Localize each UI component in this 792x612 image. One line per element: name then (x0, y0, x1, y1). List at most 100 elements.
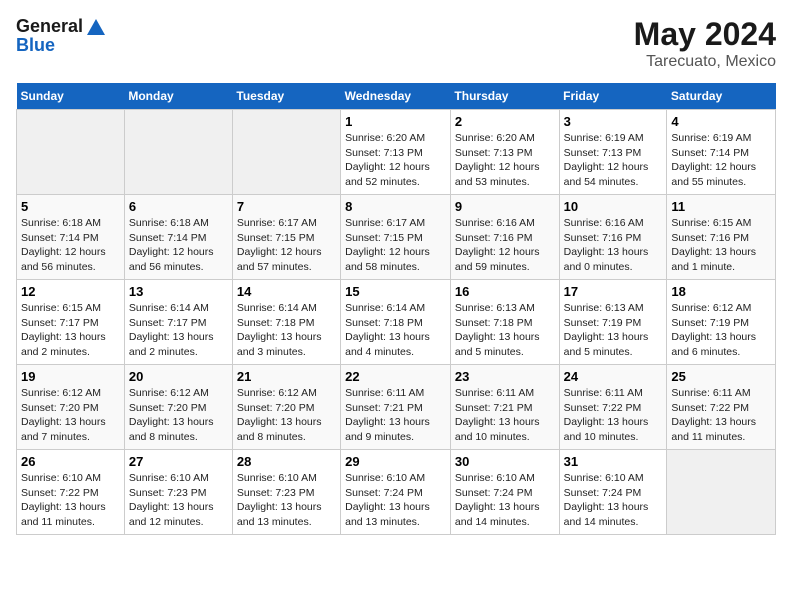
table-row: 1Sunrise: 6:20 AM Sunset: 7:13 PM Daylig… (341, 110, 451, 195)
day-info: Sunrise: 6:13 AM Sunset: 7:19 PM Dayligh… (564, 301, 663, 360)
table-row: 29 Sunrise: 6:10 AM Sunset: 7:24 PM Dayli… (341, 450, 451, 535)
day-info: Sunrise: 6:10 AM Sunset: 7:22 PM Dayligh… (21, 471, 120, 530)
day-info: Sunrise: 6:15 AM Sunset: 7:16 PM Dayligh… (671, 216, 771, 275)
day-number: 1 (345, 114, 446, 129)
day-number: 3 (564, 114, 663, 129)
day-number: 6 (129, 199, 228, 214)
day-number: 4 (671, 114, 771, 129)
day-info: Sunrise: 6:17 AM Sunset: 7:15 PM Dayligh… (345, 216, 446, 275)
calendar-week-row: 5 Sunrise: 6:18 AM Sunset: 7:14 PM Daylig… (17, 195, 776, 280)
table-row: 20 Sunrise: 6:12 AM Sunset: 7:20 PM Dayli… (124, 365, 232, 450)
day-info: Sunrise: 6:12 AM Sunset: 7:20 PM Dayligh… (129, 386, 228, 445)
table-row: 17 Sunrise: 6:13 AM Sunset: 7:19 PM Dayli… (559, 280, 667, 365)
day-info: Sunrise: 6:12 AM Sunset: 7:19 PM Dayligh… (671, 301, 771, 360)
day-number: 23 (455, 369, 555, 384)
table-row: 18 Sunrise: 6:12 AM Sunset: 7:19 PM Dayli… (667, 280, 776, 365)
day-info: Sunrise: 6:17 AM Sunset: 7:15 PM Dayligh… (237, 216, 336, 275)
day-number: 11 (671, 199, 771, 214)
day-number: 21 (237, 369, 336, 384)
calendar-week-row: 12 Sunrise: 6:15 AM Sunset: 7:17 PM Dayli… (17, 280, 776, 365)
table-row: 15 Sunrise: 6:14 AM Sunset: 7:18 PM Dayli… (341, 280, 451, 365)
day-number: 16 (455, 284, 555, 299)
day-info: Sunrise: 6:14 AM Sunset: 7:18 PM Dayligh… (237, 301, 336, 360)
header-tuesday: Tuesday (232, 83, 340, 110)
table-row: 16 Sunrise: 6:13 AM Sunset: 7:18 PM Dayli… (450, 280, 559, 365)
day-info: Sunrise: 6:12 AM Sunset: 7:20 PM Dayligh… (21, 386, 120, 445)
calendar-week-row: 19 Sunrise: 6:12 AM Sunset: 7:20 PM Dayli… (17, 365, 776, 450)
day-info: Sunrise: 6:11 AM Sunset: 7:22 PM Dayligh… (671, 386, 771, 445)
page-header: General Blue May 2024 Tarecuato, Mexico (16, 16, 776, 71)
day-info: Sunrise: 6:10 AM Sunset: 7:24 PM Dayligh… (564, 471, 663, 530)
header-monday: Monday (124, 83, 232, 110)
table-row: 24Sunrise: 6:11 AM Sunset: 7:22 PM Dayli… (559, 365, 667, 450)
day-number: 8 (345, 199, 446, 214)
table-row: 28Sunrise: 6:10 AM Sunset: 7:23 PM Dayli… (232, 450, 340, 535)
header-thursday: Thursday (450, 83, 559, 110)
day-number: 19 (21, 369, 120, 384)
day-number: 29 (345, 454, 446, 469)
day-number: 14 (237, 284, 336, 299)
day-info: Sunrise: 6:11 AM Sunset: 7:21 PM Dayligh… (455, 386, 555, 445)
table-row: 19 Sunrise: 6:12 AM Sunset: 7:20 PM Dayli… (17, 365, 125, 450)
table-row: 6 Sunrise: 6:18 AM Sunset: 7:14 PM Daylig… (124, 195, 232, 280)
logo: General Blue (16, 16, 107, 56)
day-info: Sunrise: 6:10 AM Sunset: 7:23 PM Dayligh… (129, 471, 228, 530)
table-row: 26 Sunrise: 6:10 AM Sunset: 7:22 PM Dayli… (17, 450, 125, 535)
table-row: 8 Sunrise: 6:17 AM Sunset: 7:15 PM Daylig… (341, 195, 451, 280)
day-info: Sunrise: 6:18 AM Sunset: 7:14 PM Dayligh… (129, 216, 228, 275)
day-info: Sunrise: 6:15 AM Sunset: 7:17 PM Dayligh… (21, 301, 120, 360)
day-info: Sunrise: 6:20 AM Sunset: 7:13 PM Dayligh… (455, 131, 555, 190)
table-row (17, 110, 125, 195)
day-info: Sunrise: 6:19 AM Sunset: 7:13 PM Dayligh… (564, 131, 663, 190)
day-info: Sunrise: 6:19 AM Sunset: 7:14 PM Dayligh… (671, 131, 771, 190)
day-info: Sunrise: 6:16 AM Sunset: 7:16 PM Dayligh… (564, 216, 663, 275)
calendar-header-row: Sunday Monday Tuesday Wednesday Thursday… (17, 83, 776, 110)
day-info: Sunrise: 6:12 AM Sunset: 7:20 PM Dayligh… (237, 386, 336, 445)
day-number: 5 (21, 199, 120, 214)
table-row: 3 Sunrise: 6:19 AM Sunset: 7:13 PM Daylig… (559, 110, 667, 195)
day-info: Sunrise: 6:18 AM Sunset: 7:14 PM Dayligh… (21, 216, 120, 275)
table-row: 27 Sunrise: 6:10 AM Sunset: 7:23 PM Dayli… (124, 450, 232, 535)
day-number: 26 (21, 454, 120, 469)
table-row: 11 Sunrise: 6:15 AM Sunset: 7:16 PM Dayli… (667, 195, 776, 280)
day-info: Sunrise: 6:16 AM Sunset: 7:16 PM Dayligh… (455, 216, 555, 275)
day-number: 31 (564, 454, 663, 469)
table-row: 14 Sunrise: 6:14 AM Sunset: 7:18 PM Dayli… (232, 280, 340, 365)
table-row: 2 Sunrise: 6:20 AM Sunset: 7:13 PM Daylig… (450, 110, 559, 195)
day-info: Sunrise: 6:10 AM Sunset: 7:24 PM Dayligh… (345, 471, 446, 530)
day-number: 18 (671, 284, 771, 299)
header-friday: Friday (559, 83, 667, 110)
day-number: 2 (455, 114, 555, 129)
day-number: 28 (237, 454, 336, 469)
calendar-week-row: 26 Sunrise: 6:10 AM Sunset: 7:22 PM Dayli… (17, 450, 776, 535)
table-row: 30Sunrise: 6:10 AM Sunset: 7:24 PM Dayli… (450, 450, 559, 535)
table-row: 25Sunrise: 6:11 AM Sunset: 7:22 PM Dayli… (667, 365, 776, 450)
day-number: 12 (21, 284, 120, 299)
month-year-title: May 2024 (634, 16, 776, 53)
table-row: 21 Sunrise: 6:12 AM Sunset: 7:20 PM Dayli… (232, 365, 340, 450)
calendar-table: Sunday Monday Tuesday Wednesday Thursday… (16, 83, 776, 535)
day-info: Sunrise: 6:13 AM Sunset: 7:18 PM Dayligh… (455, 301, 555, 360)
day-info: Sunrise: 6:14 AM Sunset: 7:18 PM Dayligh… (345, 301, 446, 360)
day-number: 27 (129, 454, 228, 469)
day-number: 9 (455, 199, 555, 214)
day-number: 24 (564, 369, 663, 384)
table-row: 5 Sunrise: 6:18 AM Sunset: 7:14 PM Daylig… (17, 195, 125, 280)
table-row (232, 110, 340, 195)
title-block: May 2024 Tarecuato, Mexico (634, 16, 776, 71)
logo-triangle-icon (87, 19, 105, 35)
day-info: Sunrise: 6:11 AM Sunset: 7:21 PM Dayligh… (345, 386, 446, 445)
day-info: Sunrise: 6:10 AM Sunset: 7:24 PM Dayligh… (455, 471, 555, 530)
table-row: 22 Sunrise: 6:11 AM Sunset: 7:21 PM Dayli… (341, 365, 451, 450)
day-number: 13 (129, 284, 228, 299)
logo-blue-text: Blue (16, 35, 55, 56)
logo-general-text: General (16, 16, 83, 37)
day-number: 15 (345, 284, 446, 299)
day-number: 17 (564, 284, 663, 299)
day-number: 22 (345, 369, 446, 384)
table-row: 10Sunrise: 6:16 AM Sunset: 7:16 PM Dayli… (559, 195, 667, 280)
calendar-week-row: 1 Sunrise: 6:20 AM Sunset: 7:13 PM Daylig… (17, 110, 776, 195)
day-number: 7 (237, 199, 336, 214)
day-number: 20 (129, 369, 228, 384)
table-row: 7 Sunrise: 6:17 AM Sunset: 7:15 PM Daylig… (232, 195, 340, 280)
